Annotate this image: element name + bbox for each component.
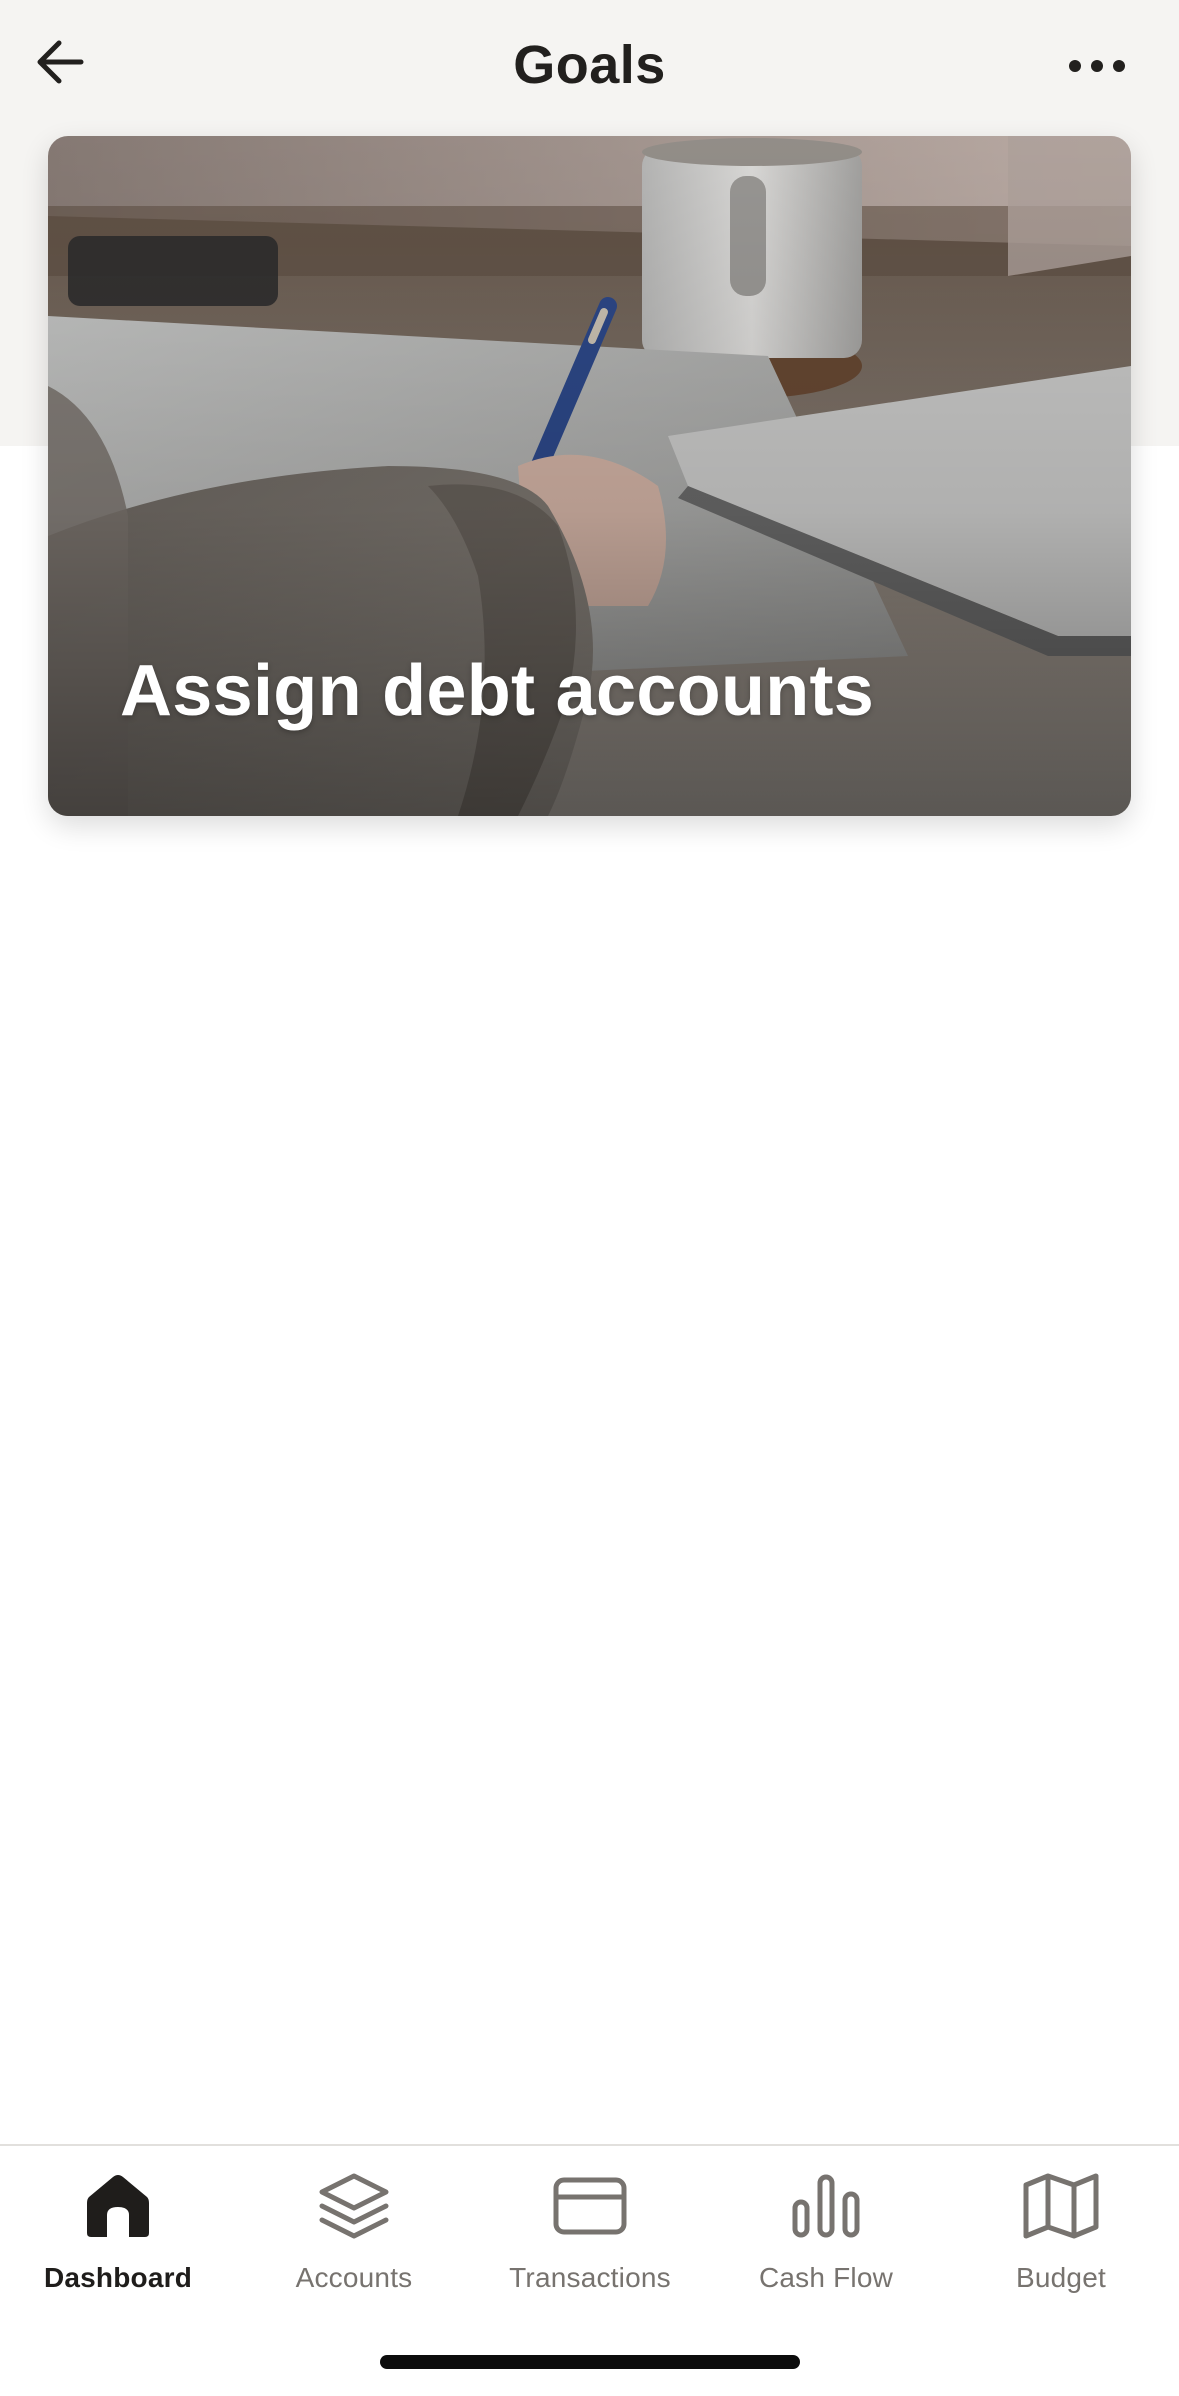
tab-label: Dashboard bbox=[43, 2262, 193, 2293]
ellipsis-icon bbox=[1069, 60, 1125, 72]
tab-cash-flow[interactable]: Cash Flow bbox=[708, 2166, 944, 2316]
tab-accounts[interactable]: Accounts bbox=[236, 2166, 472, 2316]
map-icon bbox=[1023, 2173, 1099, 2239]
goal-card-title: Assign debt accounts bbox=[120, 651, 875, 731]
tab-label: Cash Flow bbox=[758, 2262, 894, 2293]
page-title: Goals bbox=[513, 35, 666, 95]
tab-transactions[interactable]: Transactions bbox=[472, 2166, 708, 2316]
tab-dashboard[interactable]: Dashboard bbox=[0, 2166, 236, 2316]
tab-budget[interactable]: Budget bbox=[943, 2166, 1179, 2316]
layers-icon bbox=[319, 2173, 389, 2239]
goal-card[interactable]: Assign debt accounts bbox=[48, 136, 1131, 816]
home-indicator[interactable] bbox=[380, 2355, 800, 2369]
tab-label: Transactions bbox=[509, 2262, 671, 2293]
tab-label: Accounts bbox=[295, 2262, 413, 2293]
more-options-button[interactable] bbox=[1062, 36, 1132, 96]
top-bar: Goals bbox=[0, 0, 1179, 134]
tab-label: Budget bbox=[1016, 2262, 1106, 2293]
home-icon bbox=[87, 2175, 149, 2237]
credit-card-icon bbox=[553, 2177, 627, 2235]
bar-chart-icon bbox=[792, 2174, 860, 2238]
